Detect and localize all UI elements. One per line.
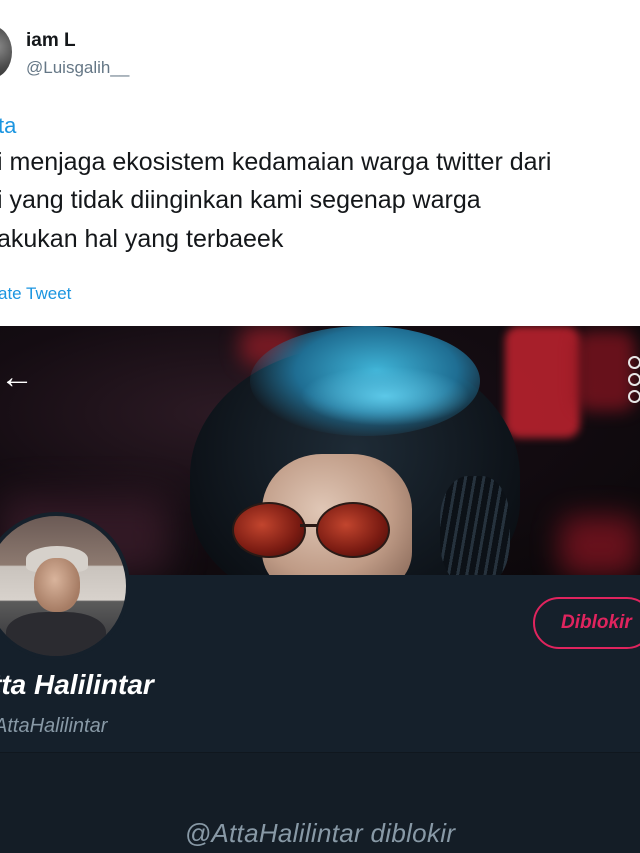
avatar-face xyxy=(34,558,80,612)
translate-tweet-link[interactable]: ate Tweet xyxy=(0,284,71,304)
tweet-text-line: i yang tidak diinginkan kami segenap war… xyxy=(0,186,481,214)
arrow-left-icon[interactable]: ← xyxy=(0,360,34,394)
headphone-cup xyxy=(440,476,510,575)
author-avatar[interactable] xyxy=(0,26,12,78)
more-vertical-icon[interactable] xyxy=(628,356,640,407)
embedded-profile-screenshot: ← Diblokir tta Halilintar AttaHalilintar… xyxy=(0,326,640,853)
tweet-card: iam L @Luisgalih__ ta i menjaga ekosiste… xyxy=(0,0,640,326)
author-name[interactable]: iam L xyxy=(26,30,76,52)
sunglasses-bridge xyxy=(300,524,318,527)
sunglasses-lens xyxy=(232,502,306,558)
reply-to-mention[interactable]: ta xyxy=(0,113,16,139)
banner-person-hair xyxy=(300,366,470,426)
blocked-message: @AttaHalilintar diblokir xyxy=(184,818,456,848)
banner-light xyxy=(575,331,635,411)
profile-display-name: tta Halilintar xyxy=(0,669,154,700)
tweet-text-line: i menjaga ekosistem kedamaian warga twit… xyxy=(0,148,552,176)
profile-handle: AttaHalilintar xyxy=(0,715,108,737)
banner-light xyxy=(560,516,640,575)
blocked-button[interactable]: Diblokir xyxy=(533,597,640,649)
tweet-text-line: akukan hal yang terbaeek xyxy=(0,225,284,253)
sunglasses-lens xyxy=(316,502,390,558)
banner-light xyxy=(505,326,580,438)
author-handle[interactable]: @Luisgalih__ xyxy=(26,58,129,78)
avatar-shirt xyxy=(6,612,106,656)
